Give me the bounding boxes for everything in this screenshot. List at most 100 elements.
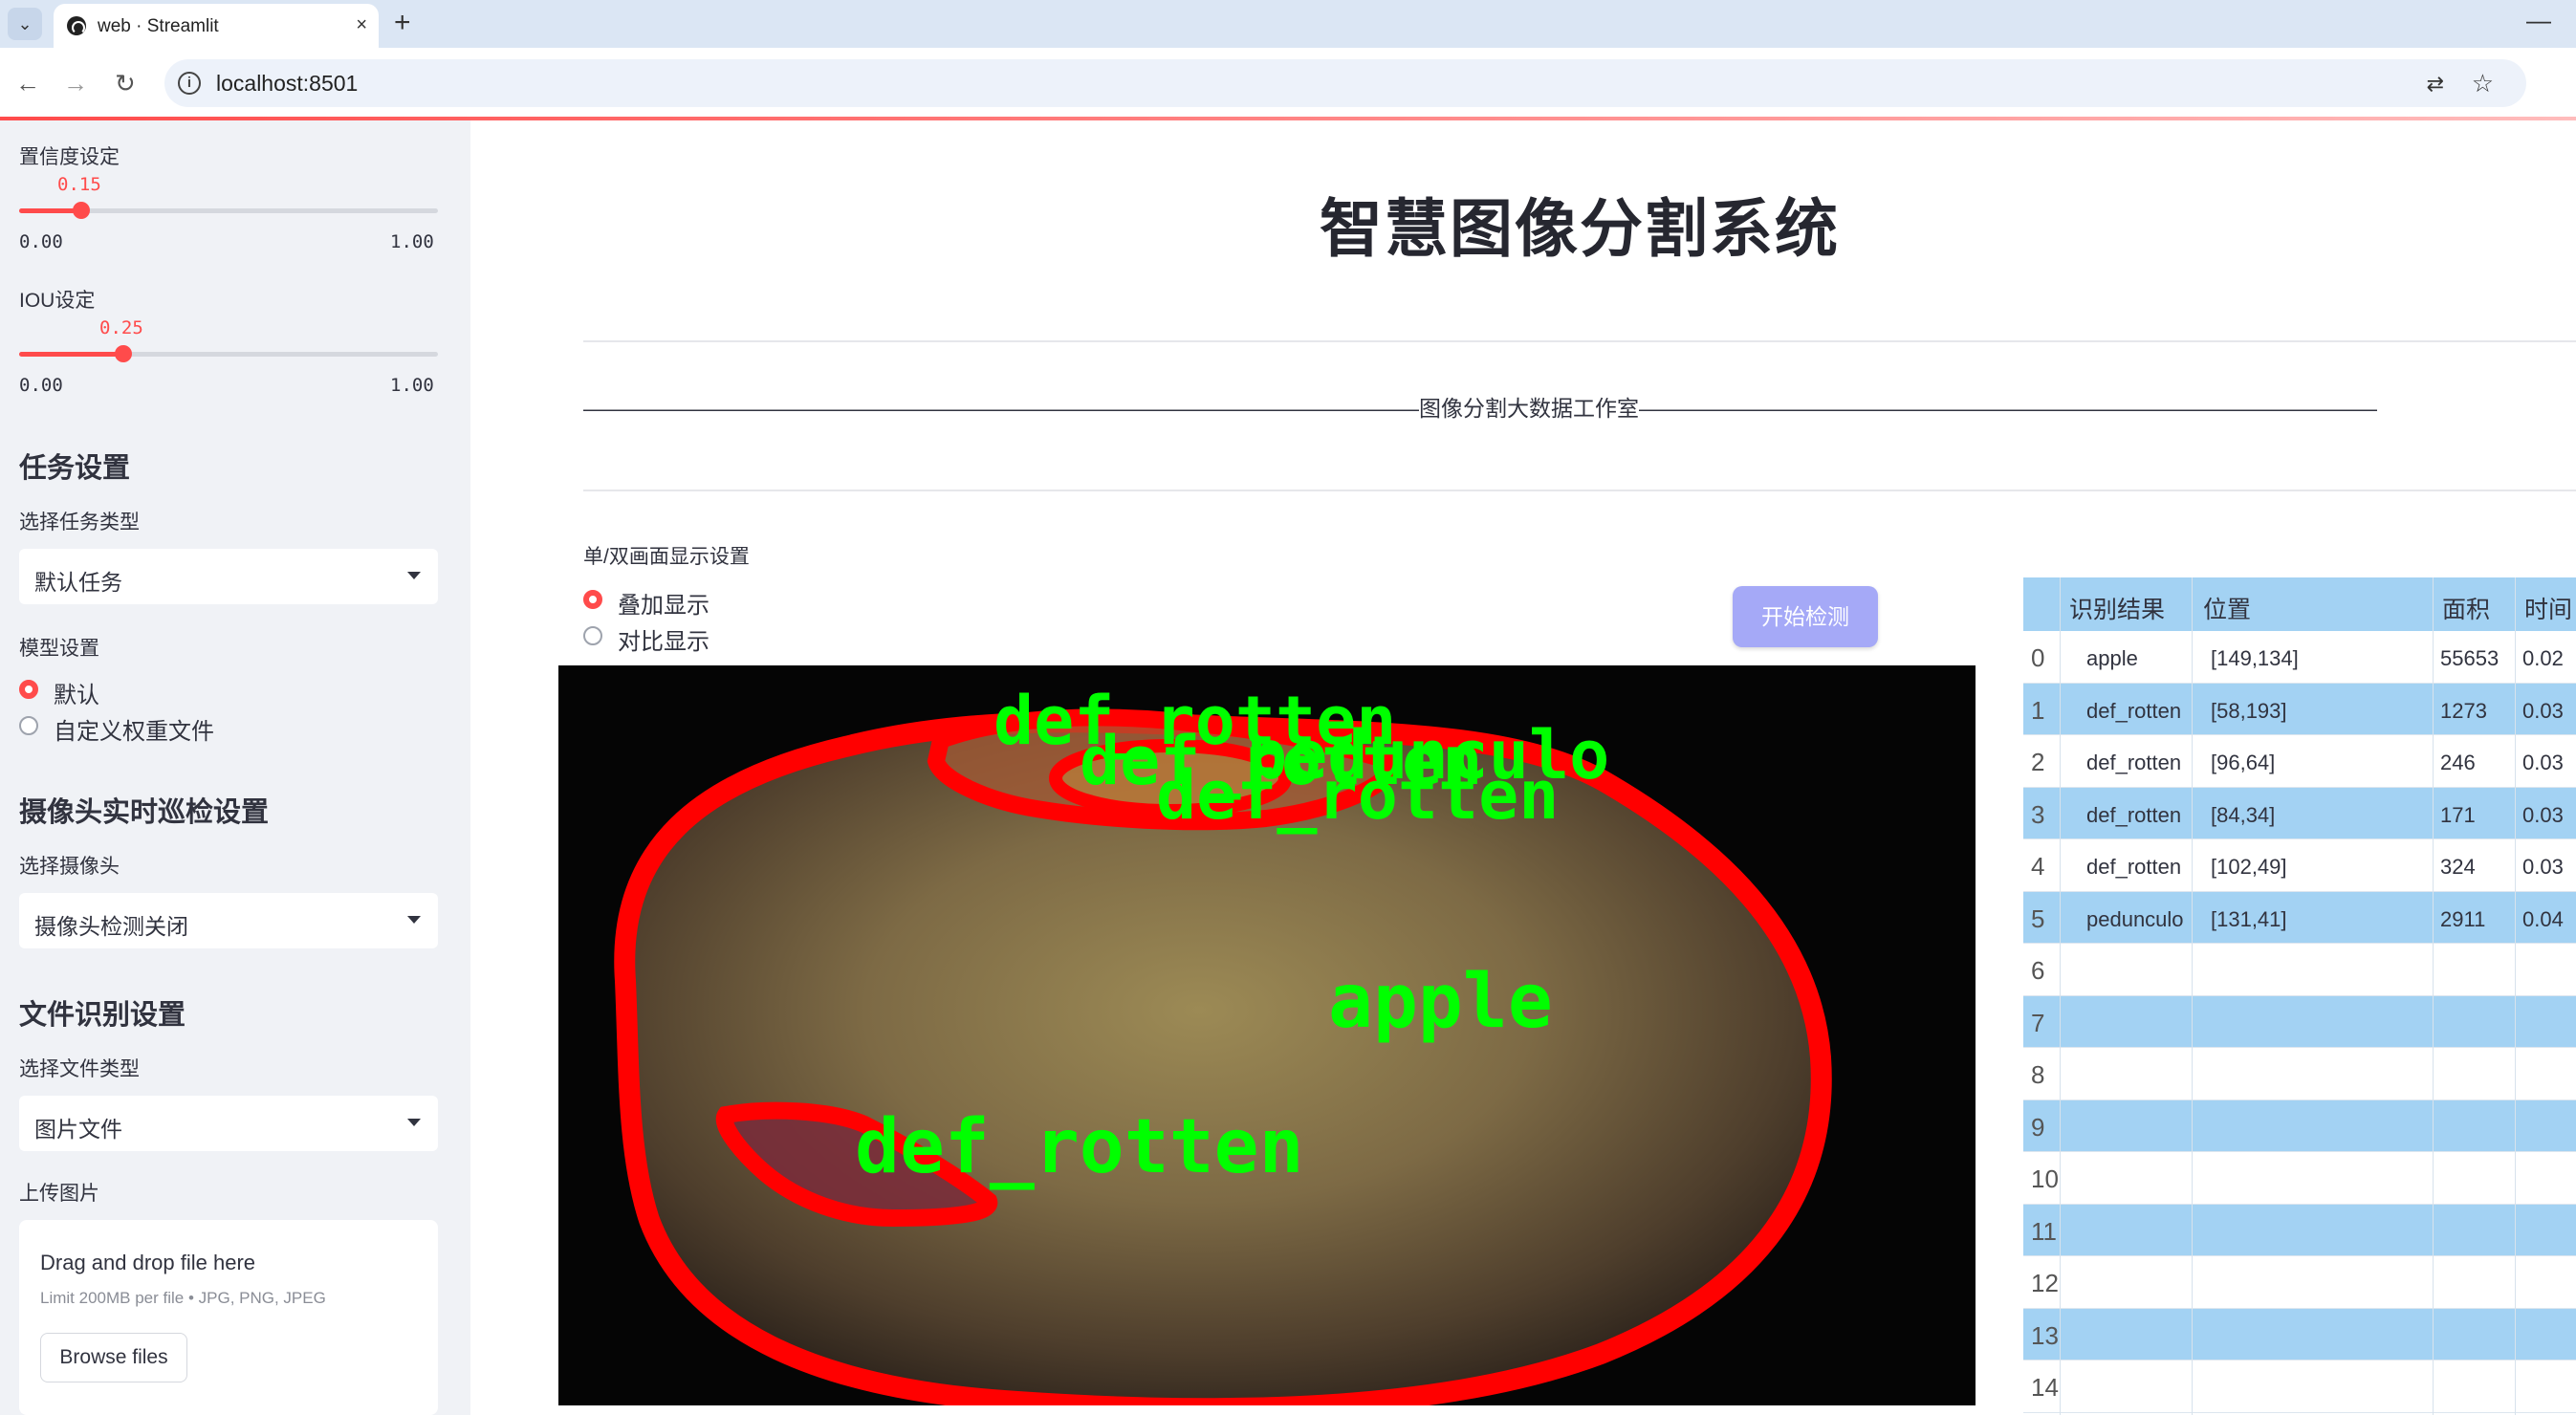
- table-column-divider: [2192, 577, 2193, 1415]
- table-cell-idx: 9: [2031, 1112, 2045, 1142]
- camera-select-label: 选择摄像头: [19, 856, 120, 878]
- sidebar: 置信度设定 0.15 0.00 1.00 IOU设定 0.25 0.00 1.0…: [0, 120, 470, 1415]
- radio-selected-icon[interactable]: [583, 590, 602, 609]
- table-cell-time: 0.02: [2522, 646, 2564, 670]
- iou-slider[interactable]: [19, 345, 438, 362]
- confidence-slider[interactable]: [19, 202, 438, 219]
- display-option-label: 对比显示: [618, 629, 709, 655]
- confidence-slider-thumb[interactable]: [73, 202, 90, 219]
- table-cell-time: 0.03: [2522, 751, 2564, 774]
- table-row[interactable]: 10: [2023, 1152, 2576, 1205]
- camera-select[interactable]: 摄像头检测关闭: [19, 893, 438, 948]
- table-row[interactable]: 12: [2023, 1256, 2576, 1309]
- studio-banner: ——————————————————————————————————————图像…: [583, 396, 2377, 421]
- table-cell-area: 171: [2440, 802, 2476, 827]
- confidence-label: 置信度设定: [19, 146, 120, 168]
- table-row[interactable]: 5 pedunculo [131,41] 2911 0.04: [2023, 891, 2576, 944]
- file-uploader-dropzone[interactable]: Drag and drop file here Limit 200MB per …: [19, 1220, 438, 1415]
- bookmark-star-icon[interactable]: ☆: [2472, 69, 2494, 98]
- start-detection-button[interactable]: 开始检测: [1733, 586, 1878, 647]
- browse-files-button[interactable]: Browse files: [40, 1333, 187, 1382]
- table-cell-pos: [58,193]: [2211, 698, 2287, 723]
- table-cell-area: 2911: [2440, 906, 2486, 931]
- table-row[interactable]: 11: [2023, 1204, 2576, 1256]
- task-type-label: 选择任务类型: [19, 512, 140, 533]
- camera-select-value: 摄像头检测关闭: [34, 914, 188, 939]
- iou-slider-fill: [19, 352, 124, 357]
- chevron-down-icon: [407, 916, 421, 924]
- table-cell-idx: 12: [2031, 1269, 2059, 1297]
- image-label-def-rotten-3: def_rotten: [1156, 756, 1559, 835]
- translate-icon[interactable]: ⇄: [2427, 72, 2444, 97]
- task-type-select[interactable]: 默认任务: [19, 549, 438, 604]
- segmentation-overlay: def_rotten pedunculo def_rotten def_rott…: [614, 682, 1832, 1405]
- iou-slider-thumb[interactable]: [115, 345, 132, 362]
- table-cell-time: 0.03: [2522, 698, 2564, 723]
- image-label-apple: apple: [1328, 959, 1553, 1045]
- table-row[interactable]: 14: [2023, 1361, 2576, 1413]
- radio-selected-icon[interactable]: [19, 680, 38, 699]
- image-label-def-rotten-4: def_rotten: [855, 1104, 1304, 1190]
- iou-value: 0.25: [99, 317, 143, 338]
- table-row[interactable]: 4 def_rotten [102,49] 324 0.03: [2023, 839, 2576, 892]
- table-cell-idx: 2: [2031, 748, 2045, 776]
- divider-bottom: [583, 490, 2576, 491]
- iou-max: 1.00: [390, 375, 434, 396]
- table-cell-label: apple: [2086, 646, 2138, 670]
- url-omnibox[interactable]: i localhost:8501 ⇄ ☆: [164, 59, 2526, 107]
- table-row[interactable]: 3 def_rotten [84,34] 171 0.03: [2023, 787, 2576, 839]
- table-row[interactable]: 0 apple [149,134] 55653 0.02: [2023, 631, 2576, 684]
- site-info-icon[interactable]: i: [178, 72, 201, 95]
- table-row[interactable]: 8: [2023, 1048, 2576, 1100]
- table-cell-label: def_rotten: [2086, 751, 2182, 774]
- chevron-down-icon: [407, 572, 421, 579]
- file-type-label: 选择文件类型: [19, 1058, 140, 1080]
- table-row[interactable]: 6: [2023, 944, 2576, 996]
- table-cell-time: 0.03: [2522, 855, 2564, 879]
- table-cell-area: 246: [2440, 751, 2476, 774]
- streamlit-favicon-icon: [67, 16, 86, 35]
- page-title: 智慧图像分割系统: [1320, 193, 1840, 264]
- file-settings-heading: 文件识别设置: [19, 1000, 186, 1031]
- header-result: 识别结果: [2069, 597, 2166, 623]
- table-cell-idx: 4: [2031, 852, 2045, 881]
- table-cell-idx: 11: [2031, 1216, 2057, 1246]
- model-option-label: 自定义权重文件: [54, 719, 214, 745]
- table-header: 识别结果 位置 面积 时间: [2023, 577, 2576, 631]
- radio-unselected-icon[interactable]: [19, 716, 38, 735]
- divider-top: [583, 340, 2576, 342]
- chevron-down-icon: [407, 1119, 421, 1126]
- radio-unselected-icon[interactable]: [583, 626, 602, 645]
- table-row[interactable]: 1 def_rotten [58,193] 1273 0.03: [2023, 683, 2576, 735]
- dropzone-title: Drag and drop file here: [40, 1251, 256, 1274]
- table-cell-idx: 10: [2031, 1165, 2059, 1193]
- table-row[interactable]: 13: [2023, 1308, 2576, 1361]
- table-cell-pos: [96,64]: [2211, 751, 2276, 774]
- table-row[interactable]: 2 def_rotten [96,64] 246 0.03: [2023, 735, 2576, 788]
- upload-image-label: 上传图片: [19, 1183, 99, 1205]
- table-cell-pos: [149,134]: [2211, 646, 2299, 670]
- file-type-value: 图片文件: [34, 1117, 122, 1142]
- tab-close-icon[interactable]: ×: [356, 14, 367, 36]
- reload-icon[interactable]: ↻: [115, 67, 136, 99]
- tab-search-chevron-icon[interactable]: ⌄: [8, 8, 42, 40]
- confidence-value: 0.15: [57, 174, 101, 195]
- table-row[interactable]: 7: [2023, 995, 2576, 1048]
- table-row[interactable]: 9: [2023, 1099, 2576, 1152]
- display-option-label: 叠加显示: [618, 593, 709, 619]
- results-table[interactable]: 识别结果 位置 面积 时间 0 apple [149,134] 55653 0.02 1 d…: [2023, 577, 2576, 1415]
- table-cell-idx: 6: [2031, 956, 2045, 985]
- minimize-window-icon[interactable]: —: [2526, 6, 2551, 35]
- table-cell-label: def_rotten: [2086, 698, 2182, 723]
- back-arrow-icon[interactable]: ←: [15, 67, 40, 99]
- new-tab-icon[interactable]: +: [394, 8, 411, 38]
- forward-arrow-icon[interactable]: →: [63, 67, 88, 99]
- table-cell-idx: 14: [2031, 1373, 2059, 1402]
- header-time: 时间: [2524, 597, 2573, 623]
- confidence-min: 0.00: [19, 231, 63, 252]
- browser-tab[interactable]: web · Streamlit ×: [54, 4, 379, 48]
- table-cell-area: 324: [2440, 855, 2476, 879]
- table-cell-pos: [102,49]: [2211, 855, 2287, 879]
- main-content: 智慧图像分割系统 ———————————————————————————————…: [470, 120, 2576, 1415]
- file-type-select[interactable]: 图片文件: [19, 1096, 438, 1151]
